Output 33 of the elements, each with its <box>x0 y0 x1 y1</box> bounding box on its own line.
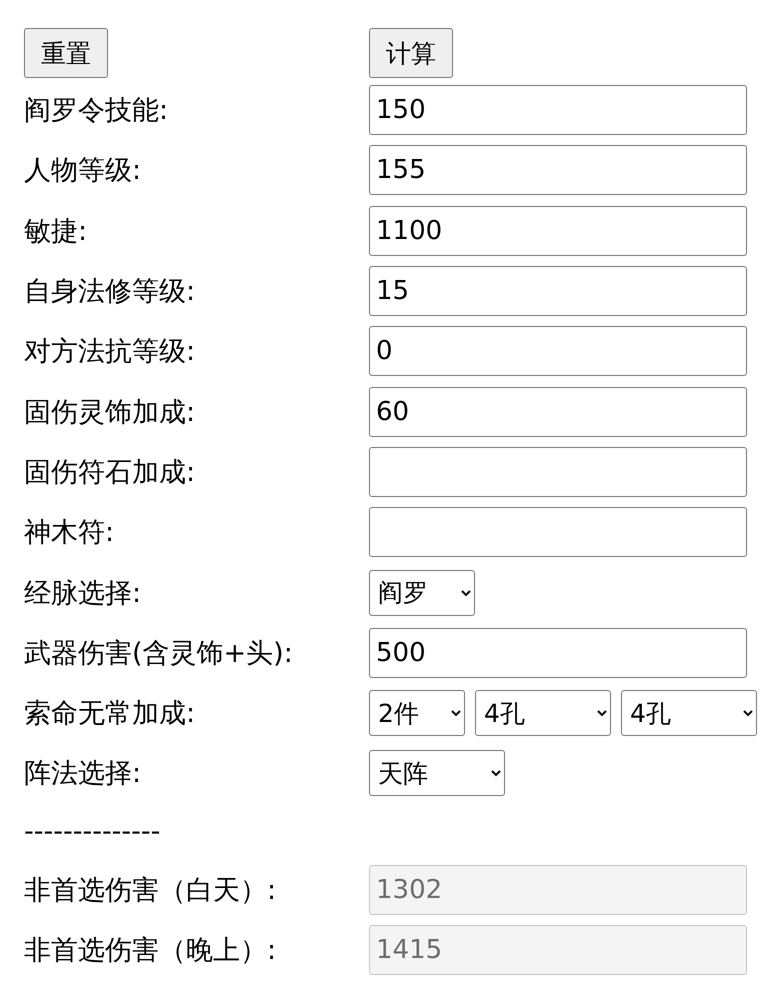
input-field[interactable]: 0 <box>369 326 747 376</box>
input-field[interactable]: 150 <box>369 85 747 136</box>
calculate-button[interactable]: 计算 <box>369 28 453 78</box>
dropdown[interactable]: 2件 <box>369 690 465 736</box>
field-label: 神木符: <box>24 516 116 550</box>
reset-button[interactable]: 重置 <box>24 28 108 78</box>
input-field[interactable]: 1100 <box>369 206 747 256</box>
input-field[interactable]: 500 <box>369 628 747 678</box>
separator-text: -------------- <box>24 815 162 850</box>
dropdown[interactable]: 4孔 <box>475 690 611 736</box>
result-field: 1415 <box>369 925 747 975</box>
field-label: 自身法修等级: <box>24 275 196 310</box>
field-label: 对方法抗等级: <box>24 335 196 370</box>
result-label: 非首选伤害（晚上）: <box>24 934 278 968</box>
field-label: 阎罗令技能: <box>24 94 170 128</box>
dropdown[interactable]: 阎罗 <box>369 570 475 616</box>
input-field[interactable]: 155 <box>369 145 747 196</box>
field-label: 经脉选择: <box>24 576 142 611</box>
field-label: 阵法选择: <box>24 757 142 792</box>
field-label: 武器伤害(含灵饰+头): <box>24 636 294 671</box>
field-label: 固伤灵饰加成: <box>24 396 196 430</box>
field-label: 敏捷: <box>24 214 88 249</box>
input-field[interactable] <box>369 446 747 497</box>
result-label: 非首选伤害（白天）: <box>24 874 278 908</box>
input-field[interactable]: 60 <box>369 386 747 437</box>
dropdown[interactable]: 4孔 <box>621 690 757 736</box>
field-label: 固伤符石加成: <box>24 456 196 490</box>
dropdown[interactable]: 天阵 <box>369 750 505 796</box>
input-field[interactable] <box>369 507 747 558</box>
result-field: 1302 <box>369 864 747 915</box>
field-label: 人物等级: <box>24 154 142 188</box>
field-label: 索命无常加成: <box>24 697 196 732</box>
input-field[interactable]: 15 <box>369 266 747 316</box>
